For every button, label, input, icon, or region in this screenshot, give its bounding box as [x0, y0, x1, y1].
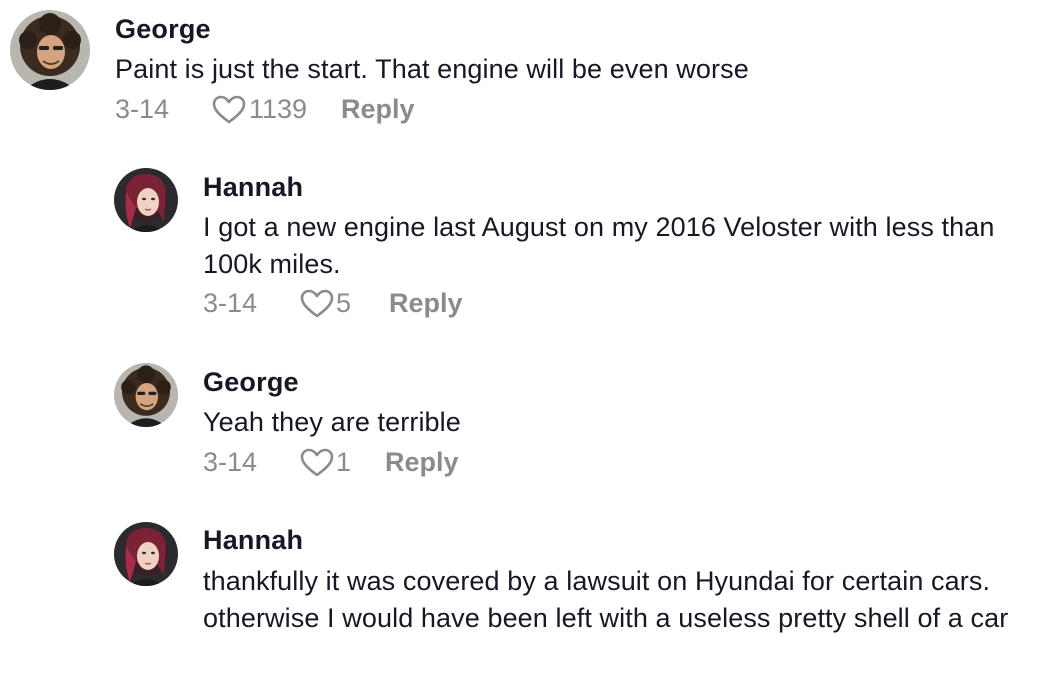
- avatar[interactable]: [114, 363, 178, 427]
- comment-date: 3-14: [115, 94, 170, 124]
- like-button[interactable]: 5: [300, 288, 389, 319]
- comment-text: thankfully it was covered by a lawsuit o…: [203, 566, 1009, 633]
- comment-date: 3-14: [203, 288, 258, 318]
- heart-outline-icon[interactable]: [300, 289, 334, 319]
- like-count: 5: [336, 288, 352, 318]
- like-count: 1: [336, 447, 352, 477]
- reply-button[interactable]: Reply: [385, 447, 459, 478]
- comment-meta: 3-14 5 Reply: [203, 288, 463, 319]
- avatar[interactable]: [10, 10, 90, 90]
- avatar[interactable]: [114, 168, 178, 232]
- comment-username[interactable]: Hannah: [203, 525, 303, 556]
- like-button[interactable]: 1: [300, 447, 385, 478]
- heart-outline-icon[interactable]: [212, 95, 246, 125]
- hannah-avatar-image: [114, 168, 178, 232]
- comment-date: 3-14: [203, 447, 258, 477]
- comment-meta: 3-14 1 Reply: [203, 447, 459, 478]
- comment-username[interactable]: George: [115, 14, 211, 45]
- heart-outline-icon[interactable]: [300, 448, 334, 478]
- comment-text: Paint is just the start. That engine wil…: [115, 54, 749, 84]
- george-avatar-image: [10, 10, 90, 90]
- comment-username[interactable]: Hannah: [203, 172, 303, 203]
- george-avatar-image: [114, 363, 178, 427]
- like-count: 1139: [249, 94, 308, 124]
- reply-button[interactable]: Reply: [389, 288, 463, 319]
- reply-button[interactable]: Reply: [341, 94, 415, 125]
- comment-text: Yeah they are terrible: [203, 407, 461, 437]
- like-button[interactable]: 1139: [212, 94, 341, 125]
- hannah-avatar-image: [114, 522, 178, 586]
- comment-text: I got a new engine last August on my 201…: [203, 212, 995, 279]
- comment-meta: 3-14 1139 Reply: [115, 94, 415, 125]
- comment-username[interactable]: George: [203, 367, 299, 398]
- avatar[interactable]: [114, 522, 178, 586]
